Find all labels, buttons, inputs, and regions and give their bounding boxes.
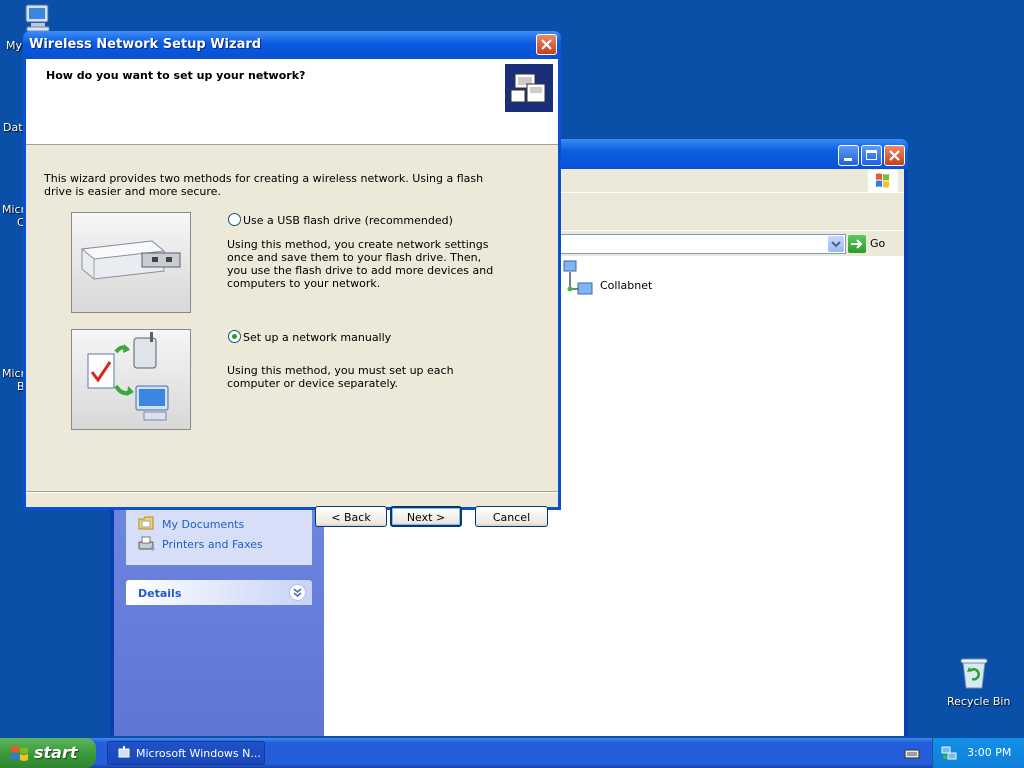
wizard-intro: This wizard provides two methods for cre… <box>44 172 484 198</box>
usb-option[interactable]: Use a USB flash drive (recommended) <box>228 212 508 228</box>
desktop-label-data[interactable]: Dat <box>3 121 23 134</box>
my-documents-icon <box>138 516 154 533</box>
wizard-header: How do you want to set up your network? <box>26 59 558 145</box>
maximize-button[interactable] <box>861 145 882 166</box>
windows-logo-icon <box>868 170 898 192</box>
wizard-body: How do you want to set up your network? … <box>26 59 558 527</box>
taskbar-item[interactable]: Microsoft Windows N... <box>107 741 265 765</box>
network-item[interactable]: Collabnet <box>560 259 680 307</box>
manual-option-radio[interactable] <box>228 330 241 343</box>
manual-option[interactable]: Set up a network manually <box>228 329 508 345</box>
system-tray: 3:00 PM <box>932 738 1024 768</box>
taskbar-item-label: Microsoft Windows N... <box>136 747 261 760</box>
desktop-label-micro-2[interactable]: Micr <box>2 367 25 380</box>
manual-setup-icon <box>87 332 169 421</box>
windows-flag-icon <box>10 744 30 765</box>
go-arrow-icon <box>848 235 866 253</box>
other-places-box: My Documents Printers and Faxes <box>126 506 312 565</box>
wizard-titlebar[interactable]: Wireless Network Setup Wizard <box>23 31 561 59</box>
next-button[interactable]: Next > <box>390 506 462 527</box>
usb-option-description: Using this method, you create network se… <box>227 238 494 290</box>
minimize-button[interactable] <box>838 145 859 166</box>
keyboard-icon[interactable] <box>904 748 920 763</box>
usb-illustration <box>71 212 191 313</box>
printers-icon <box>138 536 156 555</box>
wizard-title: Wireless Network Setup Wizard <box>29 37 262 52</box>
network-tray-icon[interactable] <box>941 745 957 764</box>
go-label: Go <box>870 237 886 250</box>
manual-illustration <box>71 329 191 430</box>
address-dropdown-button[interactable] <box>828 236 844 252</box>
recycle-bin-label[interactable]: Recycle Bin <box>947 695 1010 708</box>
usb-drive-icon <box>80 240 181 280</box>
wizard-close-button[interactable] <box>536 34 557 55</box>
details-header[interactable]: Details <box>126 580 312 605</box>
usb-option-radio[interactable] <box>228 213 241 226</box>
start-button[interactable]: start <box>0 738 96 768</box>
my-documents-link[interactable]: My Documents <box>162 518 244 531</box>
taskbar: start Microsoft Windows N... 3:00 PM <box>0 738 1024 768</box>
wizard-dialog: Wireless Network Setup Wizard How do you… <box>23 31 561 527</box>
recycle-bin-icon[interactable] <box>958 656 990 693</box>
back-button[interactable]: < Back <box>315 506 387 527</box>
cancel-button[interactable]: Cancel <box>475 506 548 527</box>
chevron-down-icon[interactable] <box>289 584 306 601</box>
start-label: start <box>34 743 78 762</box>
manual-option-label[interactable]: Set up a network manually <box>243 331 391 344</box>
wizard-network-icon <box>505 64 553 112</box>
close-button[interactable] <box>884 145 905 166</box>
manual-option-description: Using this method, you must set up each … <box>227 364 454 390</box>
usb-option-label[interactable]: Use a USB flash drive (recommended) <box>243 214 453 227</box>
network-connection-icon <box>560 259 596 310</box>
details-title: Details <box>138 587 182 600</box>
button-separator <box>26 491 558 493</box>
wizard-question: How do you want to set up your network? <box>46 69 306 82</box>
printers-faxes-link[interactable]: Printers and Faxes <box>162 538 263 551</box>
network-item-label: Collabnet <box>600 279 653 292</box>
go-button[interactable]: Go <box>848 234 900 254</box>
wizard-task-icon <box>116 745 132 764</box>
desktop-label-micro-1[interactable]: Micr <box>2 203 25 216</box>
desktop-label-my-computer[interactable]: My <box>6 39 22 52</box>
clock[interactable]: 3:00 PM <box>967 746 1011 759</box>
